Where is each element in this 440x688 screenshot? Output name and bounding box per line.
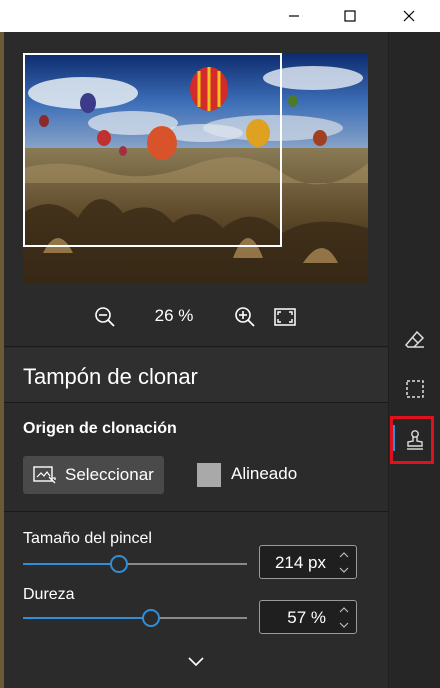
slider-thumb[interactable]	[142, 609, 160, 627]
edit-panel: 26 % Tampón de clonar Origen de clonació…	[4, 32, 388, 688]
tool-title: Tampón de clonar	[23, 364, 198, 389]
clone-origin-heading: Origen de clonación	[23, 420, 177, 437]
zoom-percentage: 26 %	[154, 306, 194, 325]
active-indicator	[393, 425, 395, 451]
selection-tool-button[interactable]	[403, 377, 427, 401]
decrement-button[interactable]	[336, 563, 352, 577]
slider-fill	[23, 563, 119, 565]
zoom-in-icon	[235, 307, 255, 327]
hardness-slider[interactable]	[23, 608, 247, 628]
brush-size-field[interactable]: 214 px	[259, 545, 357, 579]
hardness-label: Dureza	[23, 586, 75, 603]
hardness-field[interactable]: 57 %	[259, 600, 357, 634]
viewport-rectangle[interactable]	[23, 53, 282, 247]
decrement-button[interactable]	[336, 618, 352, 632]
hardness-value: 57 %	[287, 608, 326, 627]
maximize-button[interactable]	[321, 0, 379, 32]
slider-fill	[23, 617, 151, 619]
clone-stamp-tool-button[interactable]	[403, 428, 427, 452]
navigator-preview[interactable]	[23, 53, 368, 283]
title-bar	[0, 0, 440, 32]
chevron-up-icon	[339, 552, 349, 558]
minimize-button[interactable]	[265, 0, 323, 32]
fit-to-screen-icon	[274, 308, 296, 326]
select-area-icon	[33, 466, 56, 484]
maximize-icon	[344, 10, 356, 22]
increment-button[interactable]	[336, 548, 352, 562]
brush-size-value: 214 px	[274, 553, 326, 572]
zoom-out-icon	[95, 307, 115, 327]
close-button[interactable]	[380, 0, 438, 32]
select-source-button[interactable]: Seleccionar	[23, 456, 164, 494]
zoom-out-button[interactable]	[92, 304, 118, 330]
divider	[4, 346, 388, 347]
selection-icon	[406, 380, 424, 398]
brush-size-label: Tamaño del pincel	[23, 530, 152, 547]
clone-stamp-icon	[407, 430, 423, 450]
minimize-icon	[289, 15, 299, 17]
chevron-down-icon	[339, 567, 349, 573]
expand-more-button[interactable]	[186, 654, 206, 668]
eraser-icon	[404, 330, 425, 348]
select-source-label: Seleccionar	[65, 465, 154, 484]
fit-to-screen-button[interactable]	[272, 304, 298, 330]
zoom-in-button[interactable]	[232, 304, 258, 330]
brush-size-slider[interactable]	[23, 554, 247, 574]
increment-button[interactable]	[336, 603, 352, 617]
chevron-down-icon	[339, 622, 349, 628]
divider	[4, 511, 388, 512]
aligned-checkbox[interactable]	[197, 463, 221, 487]
eraser-tool-button[interactable]	[403, 328, 427, 352]
chevron-down-icon	[188, 657, 204, 667]
chevron-up-icon	[339, 607, 349, 613]
divider	[4, 402, 388, 403]
zoom-controls: 26 %	[4, 302, 388, 332]
tool-rail	[388, 32, 440, 688]
close-icon	[403, 10, 415, 22]
aligned-label: Alineado	[231, 464, 298, 483]
slider-thumb[interactable]	[110, 555, 128, 573]
